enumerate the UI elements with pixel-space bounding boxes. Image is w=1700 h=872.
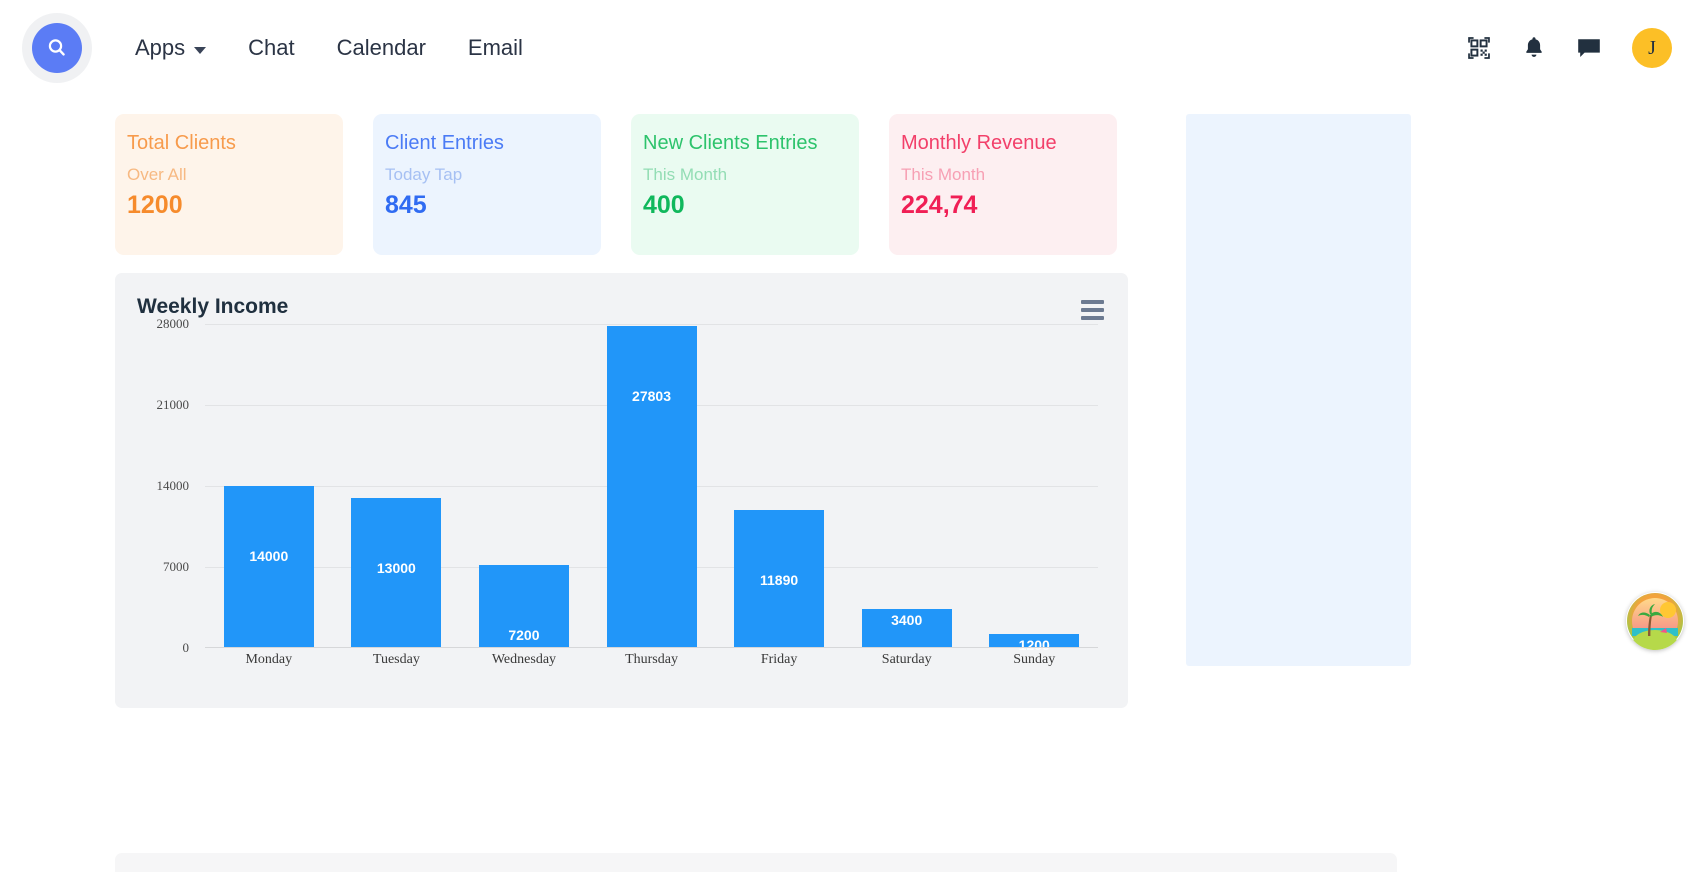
avatar[interactable]: J bbox=[1632, 28, 1672, 68]
bar-value-label: 7200 bbox=[508, 626, 540, 643]
stat-card-title: Monthly Revenue bbox=[901, 132, 1057, 154]
bar-tuesday[interactable]: 13000 bbox=[351, 497, 442, 648]
x-axis-label: Thursday bbox=[625, 652, 678, 667]
nav-item-apps[interactable]: Apps bbox=[135, 35, 207, 61]
search-button[interactable] bbox=[32, 23, 82, 73]
x-axis-line bbox=[205, 647, 1098, 648]
stat-card-subtitle: This Month bbox=[643, 165, 728, 184]
bar-value-label: 3400 bbox=[891, 611, 923, 628]
hamburger-menu-icon[interactable] bbox=[1081, 295, 1104, 320]
bell-icon[interactable] bbox=[1522, 35, 1546, 61]
bar-value-label: 11890 bbox=[760, 572, 799, 589]
main-nav: Apps Chat Calendar Email bbox=[135, 35, 523, 61]
search-button-container bbox=[22, 13, 92, 83]
stat-card-subtitle: This Month bbox=[901, 165, 986, 184]
bar-monday[interactable]: 14000 bbox=[223, 486, 314, 648]
stat-card-title: New Clients Entries bbox=[643, 132, 818, 154]
dashboard-content: Total Clients Over All 1200 Client Entri… bbox=[0, 96, 1700, 872]
bar-slot: 1200 bbox=[970, 324, 1098, 653]
bar-slot: 3400 bbox=[843, 324, 971, 648]
stat-card-value: 224,74 bbox=[901, 191, 978, 219]
bar-friday[interactable]: 11890 bbox=[734, 510, 825, 648]
stat-card-value: 400 bbox=[643, 191, 685, 219]
x-axis-label: Tuesday bbox=[372, 652, 420, 667]
x-axis-label: Sunday bbox=[1013, 652, 1056, 667]
top-bar-actions: J bbox=[1466, 28, 1672, 68]
bar-value-label: 27803 bbox=[632, 388, 671, 405]
y-axis-tick: 14000 bbox=[156, 478, 190, 493]
x-axis-labels: Monday Tuesday Wednesday Thursday Friday Satu… bbox=[205, 652, 1098, 668]
bar-slot: 14000 bbox=[205, 324, 333, 648]
bar-thursday[interactable]: 27803 bbox=[606, 326, 697, 648]
bar-value-label: 1200 bbox=[1018, 637, 1050, 654]
chevron-down-icon bbox=[194, 46, 207, 54]
bar-slot: 11890 bbox=[715, 324, 843, 648]
stat-card-subtitle: Over All bbox=[127, 165, 187, 184]
qr-code-icon[interactable] bbox=[1466, 35, 1492, 61]
bar-slot: 13000 bbox=[333, 324, 461, 648]
stat-card-subtitle: Today Tap bbox=[385, 165, 463, 184]
search-icon bbox=[48, 39, 65, 56]
bar-slot: 7200 bbox=[460, 324, 588, 648]
stat-card-total-clients[interactable]: Total Clients Over All 1200 bbox=[115, 114, 343, 255]
y-axis-tick: 21000 bbox=[156, 397, 190, 412]
weekly-income-card: Weekly Income 0 7000 14000 21000 28000 14000… bbox=[115, 273, 1128, 708]
bar-wednesday[interactable]: 7200 bbox=[478, 564, 569, 648]
nav-item-email[interactable]: Email bbox=[468, 35, 523, 61]
stat-card-client-entries[interactable]: Client Entries Today Tap 845 bbox=[373, 114, 601, 255]
x-axis-label: Friday bbox=[760, 652, 798, 667]
tropical-island-icon[interactable] bbox=[1626, 592, 1684, 650]
bar-series: 14000 13000 7200 27803 11890 3400 1200 bbox=[205, 324, 1098, 653]
nav-item-apps-label: Apps bbox=[135, 35, 186, 60]
stat-card-title: Total Clients bbox=[127, 132, 236, 154]
bar-value-label: 13000 bbox=[376, 559, 416, 576]
x-axis-label: Saturday bbox=[881, 652, 932, 667]
y-axis-tick: 28000 bbox=[156, 316, 190, 331]
chat-bubble-icon[interactable] bbox=[1576, 36, 1602, 60]
weekly-income-header: Weekly Income bbox=[127, 295, 1108, 320]
bar-sunday[interactable]: 1200 bbox=[989, 634, 1080, 653]
side-empty-panel bbox=[1186, 114, 1411, 666]
x-axis-label: Wednesday bbox=[491, 652, 557, 667]
bar-slot: 27803 bbox=[588, 324, 716, 648]
bar-saturday[interactable]: 3400 bbox=[861, 608, 952, 648]
nav-item-calendar[interactable]: Calendar bbox=[337, 35, 426, 61]
stat-card-monthly-revenue[interactable]: Monthly Revenue This Month 224,74 bbox=[889, 114, 1117, 255]
y-axis-tick: 7000 bbox=[163, 559, 189, 574]
nav-item-chat[interactable]: Chat bbox=[248, 35, 294, 61]
y-axis: 0 7000 14000 21000 28000 bbox=[127, 316, 197, 655]
y-axis-tick: 0 bbox=[182, 640, 190, 655]
stat-card-title: Client Entries bbox=[385, 132, 504, 154]
bar-value-label: 14000 bbox=[249, 548, 289, 564]
stat-card-value: 845 bbox=[385, 191, 427, 219]
stat-card-new-clients-entries[interactable]: New Clients Entries This Month 400 bbox=[631, 114, 859, 255]
monthly-income-card: Monthly Income Jan - Dec bbox=[115, 853, 1397, 872]
stat-card-value: 1200 bbox=[127, 191, 183, 219]
weekly-income-chart: 0 7000 14000 21000 28000 14000 13000 7200 27803… bbox=[127, 316, 1108, 667]
top-navigation-bar: Apps Chat Calendar Email J bbox=[0, 0, 1700, 96]
x-axis-label: Monday bbox=[245, 652, 293, 667]
